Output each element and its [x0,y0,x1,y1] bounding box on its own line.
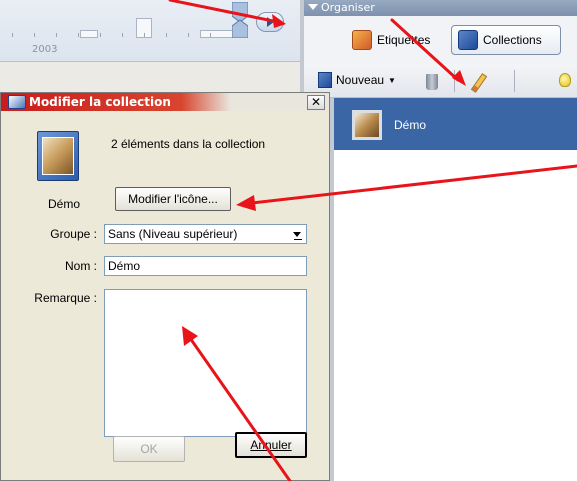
timeline-handle-icon[interactable] [232,2,248,38]
organizer-header-label: Organiser [321,1,375,14]
camera-icon [8,95,26,109]
organizer-toolbar: Nouveau ▼ [304,64,577,98]
pencil-icon[interactable] [470,73,488,93]
timeline-next-button[interactable] [256,12,284,32]
list-item[interactable]: Démo [334,98,577,150]
collection-icon-preview [37,131,79,181]
tab-collections[interactable]: Collections [451,25,561,55]
tab-etiquettes-label: Etiquettes [377,33,431,47]
collection-list: Démo [334,98,577,481]
collection-name: Démo [48,197,81,211]
toolbar-divider [454,70,455,92]
remarque-label: Remarque : [34,291,97,305]
change-icon-button[interactable]: Modifier l'icône... [115,187,231,211]
ok-button[interactable]: OK [113,436,185,462]
collapse-triangle-icon [308,4,318,10]
cancel-button[interactable]: Annuler [235,432,307,458]
timeline-bar [80,30,98,38]
collection-icon [458,30,478,50]
edit-collection-dialog: Modifier la collection ✕ Démo 2 éléments… [0,92,330,481]
nom-field[interactable]: Démo [104,256,307,276]
organizer-header[interactable]: Organiser [304,0,577,16]
groupe-label: Groupe : [50,227,97,241]
timeline-year: 2003 [32,44,58,55]
new-button[interactable]: Nouveau ▼ [318,72,396,88]
groupe-select-value: Sans (Niveau supérieur) [108,227,238,241]
dialog-title-bar[interactable]: Modifier la collection [1,93,329,111]
tab-collections-label: Collections [483,33,542,47]
dialog-title: Modifier la collection [29,95,171,109]
timeline-strip[interactable]: 2003 [0,0,300,62]
photo-thumbnail [42,137,74,175]
new-button-label: Nouveau [336,73,385,87]
tag-icon [352,30,372,50]
new-collection-icon [318,72,332,88]
lightbulb-icon[interactable] [559,73,571,87]
close-icon: ✕ [310,95,322,109]
elements-count: 2 éléments dans la collection [111,137,266,151]
remarque-textarea[interactable] [104,289,307,437]
dropdown-caret-icon: ▼ [388,75,396,85]
toolbar-divider [514,70,515,92]
close-button[interactable]: ✕ [307,95,325,110]
trash-icon[interactable] [426,74,438,90]
timeline-bar [200,30,234,38]
collection-thumbnail [352,110,382,140]
cancel-button-label: Annuler [250,438,292,452]
groupe-select[interactable]: Sans (Niveau supérieur) [104,224,307,244]
play-icon [267,17,274,27]
nom-label: Nom : [64,259,97,273]
list-item-label: Démo [394,118,427,132]
tab-etiquettes[interactable]: Etiquettes [346,25,436,55]
organizer-tabs: Etiquettes Collections [304,16,577,64]
